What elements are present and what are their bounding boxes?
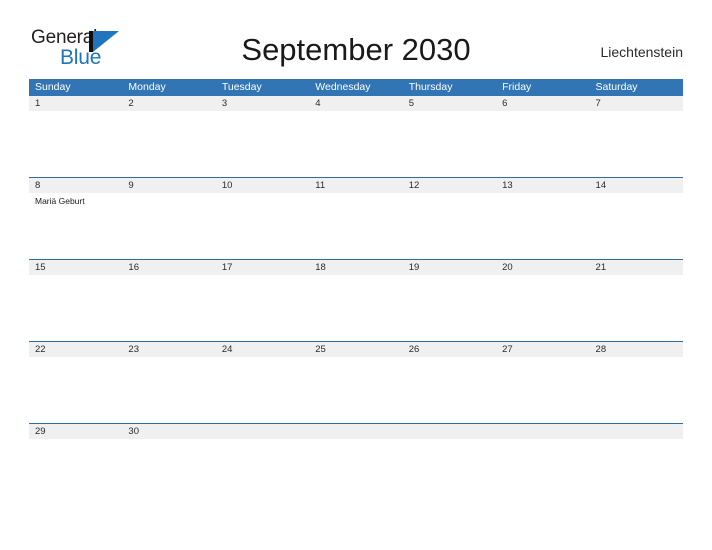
date-number-5[interactable]: 5 xyxy=(403,96,496,111)
day-cell-15[interactable] xyxy=(29,275,122,341)
country-label: Liechtenstein xyxy=(600,44,683,60)
day-cell-13[interactable] xyxy=(496,193,589,259)
day-cell-20[interactable] xyxy=(496,275,589,341)
day-cell-24[interactable] xyxy=(216,357,309,423)
calendar-week-row: 1234567 xyxy=(29,96,683,177)
date-number-22[interactable]: 22 xyxy=(29,342,122,357)
date-number-band: 15 16 17 18 19 20 21 xyxy=(29,260,683,275)
day-cell-30[interactable] xyxy=(122,439,215,463)
date-number-empty xyxy=(496,424,589,439)
event-band xyxy=(29,357,683,423)
day-cell-8[interactable]: Mariä Geburt xyxy=(29,193,122,259)
date-number-26[interactable]: 26 xyxy=(403,342,496,357)
event-band xyxy=(29,111,683,177)
date-number-4[interactable]: 4 xyxy=(309,96,402,111)
date-number-empty xyxy=(309,424,402,439)
date-number-29[interactable]: 29 xyxy=(29,424,122,439)
day-cell-14[interactable] xyxy=(590,193,683,259)
weekday-header-thursday: Thursday xyxy=(408,81,453,93)
day-cell-27[interactable] xyxy=(496,357,589,423)
date-number-3[interactable]: 3 xyxy=(216,96,309,111)
date-number-24[interactable]: 24 xyxy=(216,342,309,357)
day-cell-empty xyxy=(216,439,309,463)
day-cell-12[interactable] xyxy=(403,193,496,259)
date-number-empty xyxy=(590,424,683,439)
day-cell-4[interactable] xyxy=(309,111,402,177)
date-number-14[interactable]: 14 xyxy=(590,178,683,193)
date-number-30[interactable]: 30 xyxy=(122,424,215,439)
date-number-23[interactable]: 23 xyxy=(122,342,215,357)
weekday-header-friday: Friday xyxy=(502,81,532,93)
date-number-17[interactable]: 17 xyxy=(216,260,309,275)
weekday-header-row: Sunday Monday Tuesday Wednesday Thursday Frid… xyxy=(29,79,683,96)
calendar-week-row: 8 9 10 11 12 13 14 Mariä Geburt xyxy=(29,177,683,259)
day-cell-19[interactable] xyxy=(403,275,496,341)
weekday-header-monday: Monday xyxy=(128,81,166,93)
day-cell-22[interactable] xyxy=(29,357,122,423)
event-band: Mariä Geburt xyxy=(29,193,683,259)
day-cell-5[interactable] xyxy=(403,111,496,177)
date-number-empty xyxy=(403,424,496,439)
day-cell-17[interactable] xyxy=(216,275,309,341)
day-cell-11[interactable] xyxy=(309,193,402,259)
day-cell-9[interactable] xyxy=(122,193,215,259)
date-number-10[interactable]: 10 xyxy=(216,178,309,193)
date-number-6[interactable]: 6 xyxy=(496,96,589,111)
date-number-band: 29 30 xyxy=(29,424,683,439)
date-number-12[interactable]: 12 xyxy=(403,178,496,193)
date-number-27[interactable]: 27 xyxy=(496,342,589,357)
day-cell-empty xyxy=(403,439,496,463)
date-number-21[interactable]: 21 xyxy=(590,260,683,275)
day-cell-7[interactable] xyxy=(590,111,683,177)
day-cell-23[interactable] xyxy=(122,357,215,423)
day-cell-6[interactable] xyxy=(496,111,589,177)
day-cell-16[interactable] xyxy=(122,275,215,341)
page-header: General Blue September 2030 Liechtenstei… xyxy=(0,24,712,72)
day-cell-empty xyxy=(590,439,683,463)
date-number-7[interactable]: 7 xyxy=(590,96,683,111)
day-cell-empty xyxy=(309,439,402,463)
calendar-week-row: 22 23 24 25 26 27 28 xyxy=(29,341,683,423)
date-number-band: 22 23 24 25 26 27 28 xyxy=(29,342,683,357)
date-number-20[interactable]: 20 xyxy=(496,260,589,275)
date-number-9[interactable]: 9 xyxy=(122,178,215,193)
date-number-19[interactable]: 19 xyxy=(403,260,496,275)
day-cell-29[interactable] xyxy=(29,439,122,463)
date-number-13[interactable]: 13 xyxy=(496,178,589,193)
date-number-1[interactable]: 1 xyxy=(29,96,122,111)
calendar-weeks: 1 2 3 4 5 6 7 8 9 10 11 12 13 14 Mariä Geburt 15 16 17 18 1… xyxy=(29,96,683,463)
day-cell-1[interactable] xyxy=(29,111,122,177)
weekday-header-sunday: Sunday xyxy=(35,81,71,93)
date-number-15[interactable]: 15 xyxy=(29,260,122,275)
date-number-28[interactable]: 28 xyxy=(590,342,683,357)
calendar-week-row: 29 30 xyxy=(29,423,683,463)
date-number-empty xyxy=(216,424,309,439)
date-number-8[interactable]: 8 xyxy=(29,178,122,193)
date-number-2[interactable]: 2 xyxy=(122,96,215,111)
weekday-header-saturday: Saturday xyxy=(595,81,638,93)
calendar-page: General Blue September 2030 Liechtenstei… xyxy=(0,0,712,550)
date-number-band: 8 9 10 11 12 13 14 xyxy=(29,178,683,193)
weekday-header-tuesday: Tuesday xyxy=(221,81,262,93)
day-cell-2[interactable] xyxy=(122,111,215,177)
day-cell-25[interactable] xyxy=(309,357,402,423)
date-number-band: 1234567 xyxy=(29,96,683,111)
day-cell-26[interactable] xyxy=(403,357,496,423)
event-band xyxy=(29,439,683,463)
day-cell-18[interactable] xyxy=(309,275,402,341)
date-number-11[interactable]: 11 xyxy=(309,178,402,193)
event-band xyxy=(29,275,683,341)
day-cell-21[interactable] xyxy=(590,275,683,341)
date-number-25[interactable]: 25 xyxy=(309,342,402,357)
day-cell-10[interactable] xyxy=(216,193,309,259)
day-cell-28[interactable] xyxy=(590,357,683,423)
event-label: Mariä Geburt xyxy=(35,196,85,206)
weekday-header-wednesday: Wednesday xyxy=(315,81,371,93)
date-number-18[interactable]: 18 xyxy=(309,260,402,275)
day-cell-empty xyxy=(496,439,589,463)
day-cell-3[interactable] xyxy=(216,111,309,177)
calendar-week-row: 15 16 17 18 19 20 21 xyxy=(29,259,683,341)
calendar-grid: Sunday Monday Tuesday Wednesday Thursday Frid… xyxy=(29,79,683,463)
date-number-16[interactable]: 16 xyxy=(122,260,215,275)
